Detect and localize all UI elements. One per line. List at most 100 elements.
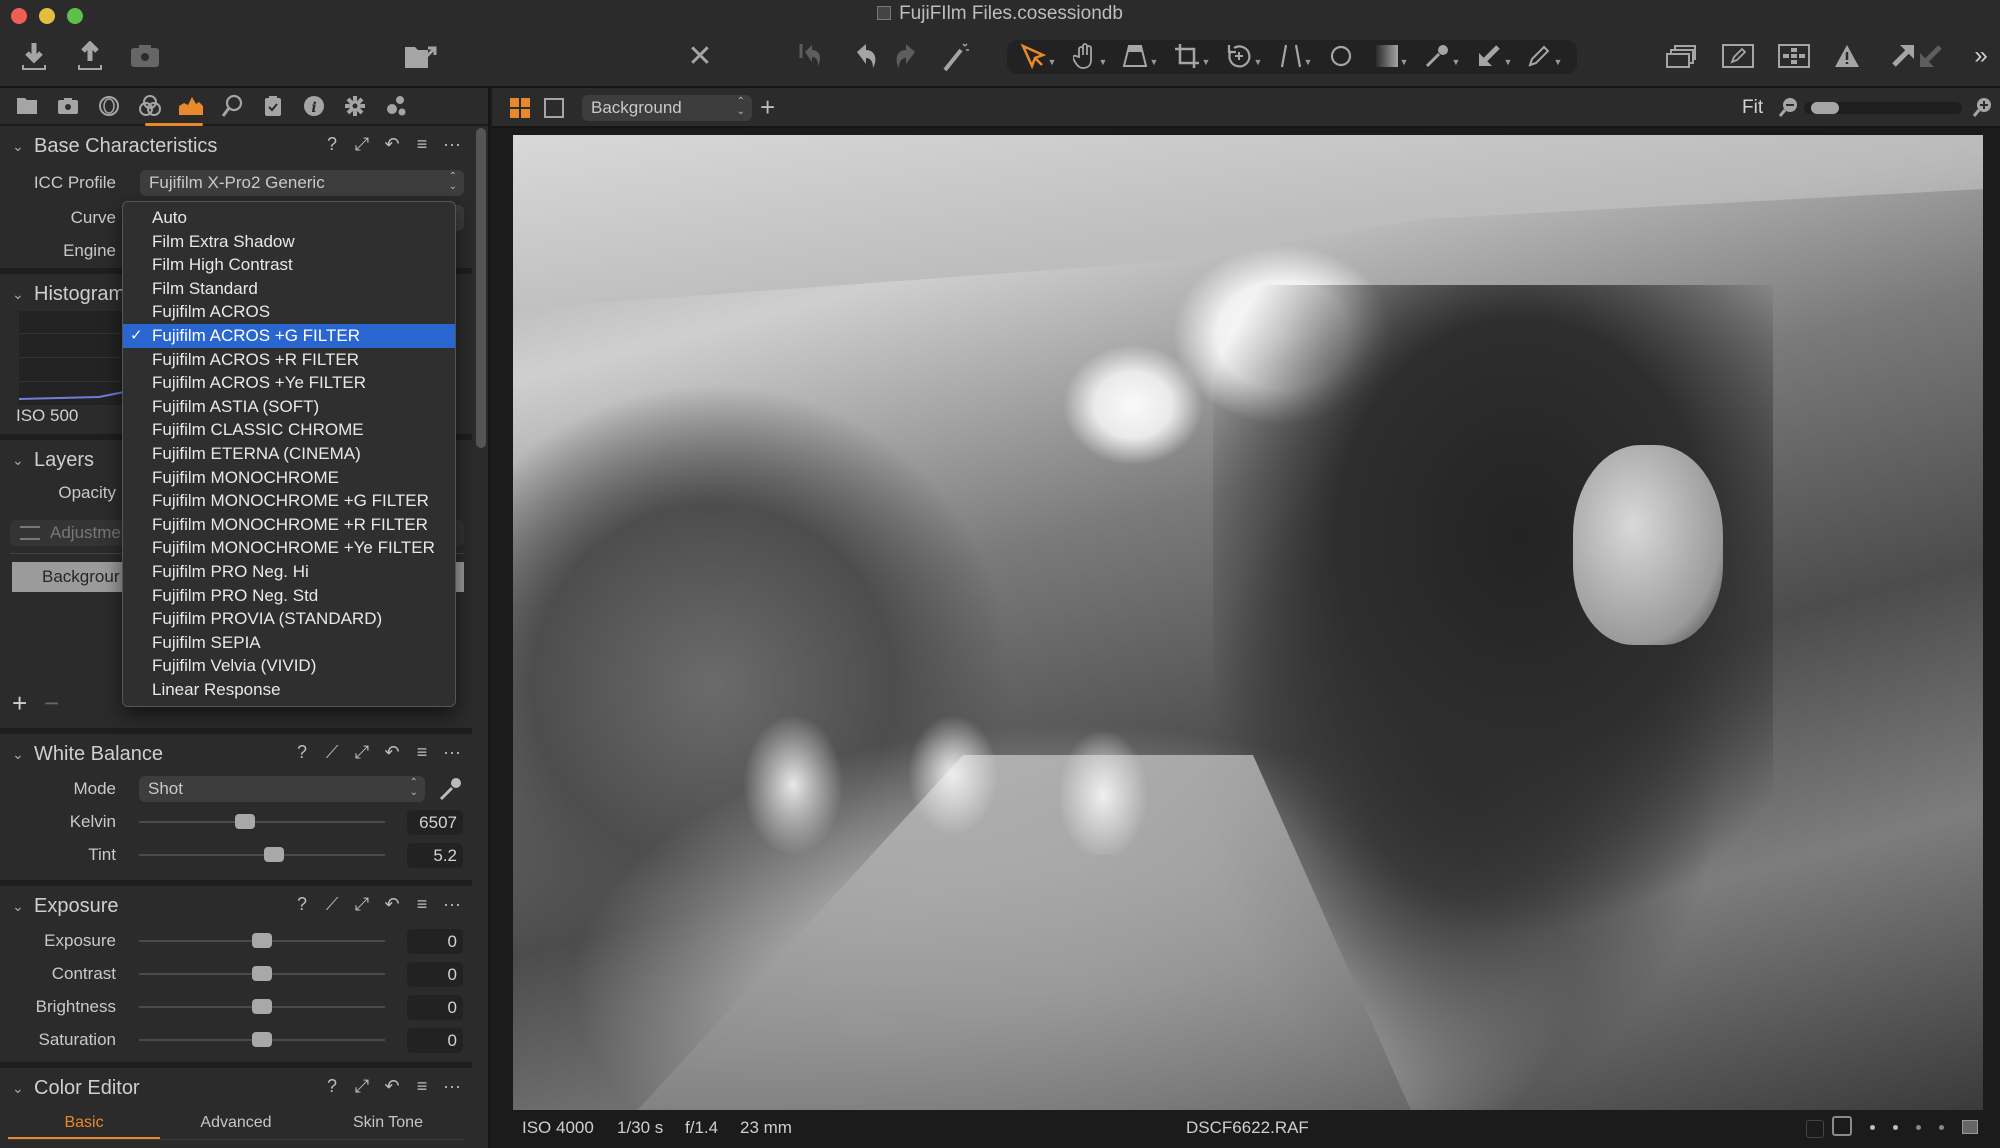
curve-menu-item[interactable]: Fujifilm PROVIA (STANDARD) <box>123 607 455 631</box>
output-icon[interactable] <box>340 91 370 121</box>
capture-icon[interactable] <box>53 91 83 121</box>
help-icon[interactable]: ? <box>292 742 312 763</box>
more-options-icon[interactable]: ··· <box>442 1076 462 1097</box>
single-view-icon[interactable] <box>544 98 564 123</box>
color-picker-icon[interactable]: ▼ <box>1422 38 1462 74</box>
rating-box-icon[interactable] <box>1806 1120 1824 1138</box>
brightness-value-input[interactable]: 0 <box>407 995 463 1020</box>
icc-profile-select[interactable]: Fujifilm X-Pro2 Generic ⌃ ⌄ <box>140 170 464 196</box>
reset-icon[interactable]: ↶ <box>382 894 402 915</box>
curve-menu-item[interactable]: Fujifilm PRO Neg. Hi <box>123 560 455 584</box>
presets-icon[interactable]: ≡ <box>412 1076 432 1097</box>
multi-view-icon[interactable] <box>510 98 530 123</box>
help-icon[interactable]: ? <box>292 894 312 915</box>
undo-icon[interactable] <box>852 38 882 74</box>
curve-menu-item[interactable]: Auto <box>123 206 455 230</box>
auto-adjust-icon[interactable]: ⟋ <box>322 742 342 763</box>
panel-scrollbar[interactable] <box>476 128 486 448</box>
reset-icon[interactable]: ↶ <box>382 742 402 763</box>
kelvin-slider[interactable] <box>139 807 385 837</box>
local-adjust-icon[interactable]: ⤢ <box>352 134 372 155</box>
curve-menu-item[interactable]: Film Standard <box>123 277 455 301</box>
tint-value-input[interactable]: 5.2 <box>407 843 463 868</box>
details-icon[interactable] <box>217 91 247 121</box>
slider-thumb[interactable] <box>252 1032 272 1047</box>
tethered-folder-icon[interactable] <box>403 38 439 74</box>
presets-icon[interactable]: ≡ <box>412 894 432 915</box>
add-layer-button[interactable]: + <box>12 688 27 719</box>
gradient-mask-icon[interactable]: ▼ <box>1372 38 1412 74</box>
curve-menu-item[interactable]: Fujifilm SEPIA <box>123 631 455 655</box>
tab-advanced[interactable]: Advanced <box>160 1110 312 1139</box>
export-icon[interactable] <box>74 38 106 74</box>
eyedropper-icon[interactable] <box>438 776 462 802</box>
straighten-icon[interactable]: ▼ <box>1276 38 1316 74</box>
saturation-slider[interactable] <box>139 1025 385 1055</box>
curve-menu-item[interactable]: Fujifilm ACROS +R FILTER <box>123 348 455 372</box>
zoom-fit-label[interactable]: Fit <box>1742 97 1763 119</box>
import-icon[interactable] <box>18 38 50 74</box>
presets-icon[interactable]: ≡ <box>412 134 432 155</box>
rating-dot-icon[interactable] <box>1870 1125 1875 1130</box>
layer-select[interactable]: Background ⌃ ⌄ <box>582 95 752 121</box>
slider-thumb[interactable] <box>234 814 255 829</box>
curve-menu-item[interactable]: Fujifilm MONOCHROME +G FILTER <box>123 489 455 513</box>
copy-adjustments-icon[interactable] <box>1888 38 1918 74</box>
delete-icon[interactable]: ✕ <box>685 38 715 74</box>
curve-menu-item[interactable]: Fujifilm ETERNA (CINEMA) <box>123 442 455 466</box>
edit-mask-icon[interactable] <box>1720 38 1756 74</box>
redo-icon[interactable] <box>890 38 920 74</box>
tab-skin-tone[interactable]: Skin Tone <box>312 1110 464 1139</box>
contrast-slider[interactable] <box>139 959 385 989</box>
slider-thumb[interactable] <box>252 933 272 948</box>
exposure-warning-icon[interactable] <box>1832 38 1862 74</box>
tab-basic[interactable]: Basic <box>8 1110 160 1139</box>
batch-icon[interactable] <box>381 91 411 121</box>
apply-adjustments-icon[interactable] <box>1916 38 1946 74</box>
saturation-value-input[interactable]: 0 <box>407 1028 463 1053</box>
curve-menu-item[interactable]: Fujifilm MONOCHROME +R FILTER <box>123 513 455 537</box>
color-tag-icon[interactable] <box>1962 1120 1978 1134</box>
exposure-slider[interactable] <box>139 926 385 956</box>
exposure-value-input[interactable]: 0 <box>407 929 463 954</box>
local-adjust-icon[interactable]: ⤢ <box>352 894 372 915</box>
help-icon[interactable]: ? <box>322 1076 342 1097</box>
curve-menu-item[interactable]: Fujifilm PRO Neg. Std <box>123 584 455 608</box>
crop-icon[interactable]: ▼ <box>1172 38 1212 74</box>
grid-icon[interactable] <box>1776 38 1812 74</box>
curve-menu-item[interactable]: Fujifilm MONOCHROME <box>123 466 455 490</box>
remove-layer-button[interactable]: − <box>44 688 59 719</box>
slider-thumb[interactable] <box>252 966 272 981</box>
curve-menu-item[interactable]: Fujifilm CLASSIC CHROME <box>123 418 455 442</box>
image-viewer[interactable] <box>492 128 2000 1110</box>
draw-mask-icon[interactable]: ▼ <box>1524 38 1564 74</box>
wb-mode-select[interactable]: Shot ⌃ ⌄ <box>139 776 425 802</box>
metadata-icon[interactable]: i <box>299 91 329 121</box>
slider-thumb[interactable] <box>264 847 285 862</box>
more-options-icon[interactable]: ··· <box>442 134 462 155</box>
select-box-icon[interactable] <box>1832 1116 1852 1136</box>
zoom-slider-thumb[interactable] <box>1810 102 1839 114</box>
presets-icon[interactable]: ≡ <box>412 742 432 763</box>
keystone-icon[interactable]: ▼ <box>1120 38 1160 74</box>
curve-menu-item[interactable]: Fujifilm MONOCHROME +Ye FILTER <box>123 536 455 560</box>
auto-adjust-icon[interactable]: ⟋ <box>322 894 342 915</box>
photo-preview[interactable] <box>513 135 1983 1110</box>
curve-menu-item[interactable]: Linear Response <box>123 678 455 702</box>
more-options-icon[interactable]: ··· <box>442 894 462 915</box>
select-cursor-icon[interactable]: ▼ <box>1018 38 1058 74</box>
curve-menu-item[interactable]: ✓ Fujifilm ACROS +G FILTER <box>123 323 455 348</box>
more-icon[interactable]: » <box>1968 38 1994 74</box>
rotate-icon[interactable]: ▼ <box>1224 38 1264 74</box>
more-options-icon[interactable]: ··· <box>442 742 462 763</box>
rating-dot-icon[interactable] <box>1939 1125 1944 1130</box>
local-adjust-icon[interactable]: ⤢ <box>352 742 372 763</box>
zoom-in-icon[interactable] <box>1972 97 1992 124</box>
curve-menu-item[interactable]: Film High Contrast <box>123 253 455 277</box>
reset-icon[interactable]: ↶ <box>382 1076 402 1097</box>
camera-icon[interactable] <box>128 38 162 74</box>
pan-hand-icon[interactable]: ▼ <box>1070 38 1110 74</box>
brightness-slider[interactable] <box>139 992 385 1022</box>
curve-menu-item[interactable]: Fujifilm ASTIA (SOFT) <box>123 395 455 419</box>
rating-dot-icon[interactable] <box>1893 1125 1898 1130</box>
